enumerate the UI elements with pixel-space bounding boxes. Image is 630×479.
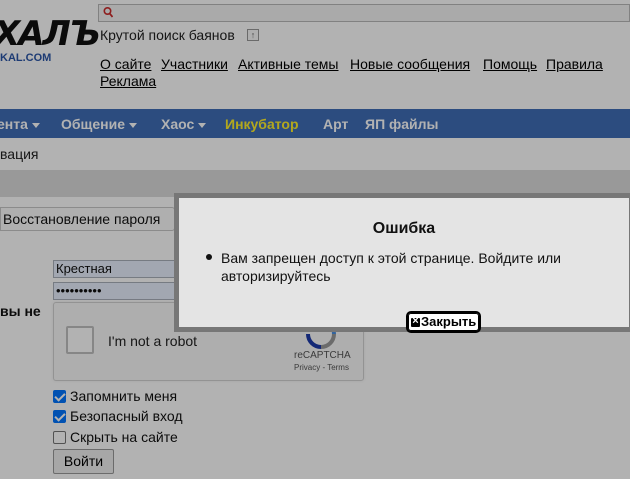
close-button[interactable]: Закрыть bbox=[405, 311, 482, 333]
error-dialog: Ошибка Вам запрещен доступ к этой страни… bbox=[174, 193, 630, 333]
error-dialog-body: Ошибка Вам запрещен доступ к этой страни… bbox=[179, 198, 629, 333]
dialog-title: Ошибка bbox=[372, 220, 436, 237]
dialog-message: Вам запрещен доступ к этой странице. Вой… bbox=[221, 250, 561, 284]
close-icon bbox=[411, 314, 420, 328]
bullet-icon bbox=[206, 254, 212, 260]
